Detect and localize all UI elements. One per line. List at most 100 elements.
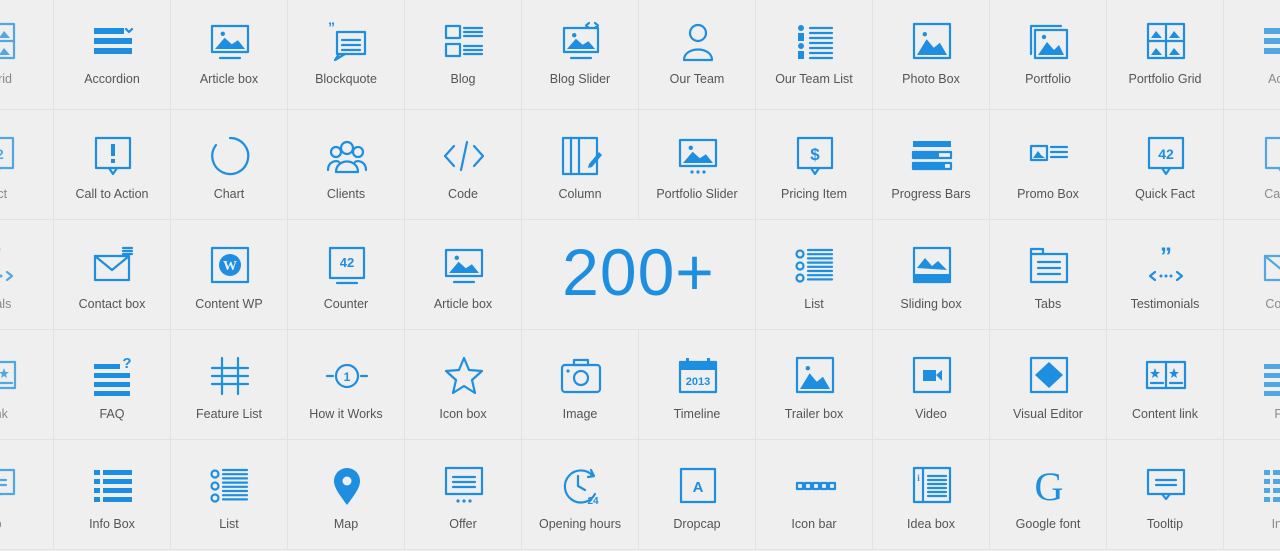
element-tile-list[interactable]: List — [171, 440, 288, 550]
element-tile-visual-editor[interactable]: Visual Editor — [990, 330, 1107, 440]
google-font-icon: G — [1034, 464, 1063, 508]
element-tile-timeline[interactable]: 2013 Timeline — [639, 330, 756, 440]
element-tile-google-font[interactable]: G Google font — [990, 440, 1107, 550]
element-tile-label: Counter — [323, 297, 369, 311]
element-icon-grid: o Grid Accordion Article box ” Blockquote Blo… — [0, 0, 1280, 551]
element-tile-dropcap[interactable]: A Dropcap — [639, 440, 756, 550]
element-tile-faq[interactable]: ? FAQ — [54, 330, 171, 440]
faq-icon: ? — [1263, 364, 1280, 396]
element-tile-conta[interactable]: Conta — [1224, 220, 1280, 330]
element-tile-label: Contact box — [78, 297, 146, 311]
element-tile-progress-bars[interactable]: Progress Bars — [873, 110, 990, 220]
element-tile-portfolio-slider[interactable]: Portfolio Slider — [639, 110, 756, 220]
info-box-icon — [93, 470, 132, 502]
element-tile-sliding-box[interactable]: Sliding box — [873, 220, 990, 330]
element-tile-label: Tooltip — [1146, 517, 1184, 531]
element-tile-label: Google font — [1015, 517, 1081, 531]
element-tile-idea-box[interactable]: i Idea box — [873, 440, 990, 550]
image-icon — [560, 358, 601, 394]
element-tile-label: Icon bar — [791, 517, 837, 531]
element-tile-promo-box[interactable]: Promo Box — [990, 110, 1107, 220]
element-tile-contact-box[interactable]: Contact box — [54, 220, 171, 330]
element-tile-trailer-box[interactable]: Trailer box — [756, 330, 873, 440]
element-tile-onials[interactable]: ” onials — [0, 220, 54, 330]
element-tile-label: Portfolio Slider — [656, 187, 738, 201]
element-tile-our-team[interactable]: Our Team — [639, 0, 756, 110]
element-tile-content-wp[interactable]: W Content WP — [171, 220, 288, 330]
element-tile-label: Map — [333, 517, 359, 531]
element-tile-article-box[interactable]: Article box — [405, 220, 522, 330]
svg-text:”: ” — [1160, 244, 1172, 270]
element-tile-image[interactable]: Image — [522, 330, 639, 440]
element-tile-portfolio-grid[interactable]: Portfolio Grid — [1107, 0, 1224, 110]
element-tile-clients[interactable]: Clients — [288, 110, 405, 220]
element-tile-label: Opening hours — [538, 517, 621, 531]
element-tile-blog-slider[interactable]: Blog Slider — [522, 0, 639, 110]
portfolio-grid-icon — [1146, 22, 1185, 60]
element-tile-label: List — [219, 517, 239, 531]
element-tile-map[interactable]: Map — [288, 440, 405, 550]
element-tile-tip[interactable]: tip — [0, 440, 54, 550]
element-tile-fact[interactable]: 42 Fact — [0, 110, 54, 220]
svg-text:1: 1 — [343, 370, 350, 384]
element-tile-label: Blog — [450, 72, 476, 86]
element-tile-counter[interactable]: 42 Counter — [288, 220, 405, 330]
content-wp-icon: W — [210, 246, 249, 284]
icon-bar-icon — [795, 481, 836, 491]
element-tile-column[interactable]: Column — [522, 110, 639, 220]
accordion-icon — [1263, 28, 1280, 54]
element-tile-t-link[interactable]: t link — [0, 330, 54, 440]
timeline-icon: 2013 — [678, 358, 717, 394]
element-tile-video[interactable]: Video — [873, 330, 990, 440]
element-tile-tabs[interactable]: Tabs — [990, 220, 1107, 330]
element-tile-chart[interactable]: Chart — [171, 110, 288, 220]
element-tile-info-box[interactable]: Info Box — [54, 440, 171, 550]
element-tile-label: Image — [562, 407, 598, 421]
element-tile-label: Icon box — [439, 407, 487, 421]
element-tile-label: Blockquote — [315, 72, 377, 86]
element-tile-quick-fact[interactable]: 42 Quick Fact — [1107, 110, 1224, 220]
clients-icon — [326, 140, 367, 174]
element-tile-testimonials[interactable]: ” Testimonials — [1107, 220, 1224, 330]
element-tile-our-team-list[interactable]: Our Team List — [756, 0, 873, 110]
content-link-icon — [1145, 360, 1186, 390]
element-tile-code[interactable]: Code — [405, 110, 522, 220]
accordion-icon — [93, 27, 133, 54]
element-tile-fa[interactable]: ? FA — [1224, 330, 1280, 440]
element-tile-pricing-item[interactable]: $ Pricing Item — [756, 110, 873, 220]
our-team-icon — [682, 23, 713, 62]
element-tile-label: Portfolio — [1025, 72, 1071, 86]
element-tile-acco[interactable]: Acco — [1224, 0, 1280, 110]
element-tile-icon-box[interactable]: Icon box — [405, 330, 522, 440]
element-tile-label: Fact — [0, 187, 8, 201]
element-tile-o-grid[interactable]: o Grid — [0, 0, 54, 110]
element-tile-feature-list[interactable]: Feature List — [171, 330, 288, 440]
element-tile-tooltip[interactable]: Tooltip — [1107, 440, 1224, 550]
testimonials-icon: ” — [0, 244, 13, 282]
element-tile-portfolio[interactable]: Portfolio — [990, 0, 1107, 110]
element-tile-blockquote[interactable]: ” Blockquote — [288, 0, 405, 110]
element-tile-opening-hours[interactable]: 24 Opening hours — [522, 440, 639, 550]
element-tile-article-box[interactable]: Article box — [171, 0, 288, 110]
element-tile-how-it-works[interactable]: 1 How it Works — [288, 330, 405, 440]
chart-icon — [210, 136, 249, 176]
idea-box-icon: i — [912, 466, 951, 504]
element-tile-offer[interactable]: Offer — [405, 440, 522, 550]
element-tile-label: tip — [0, 517, 53, 531]
element-tile-accordion[interactable]: Accordion — [54, 0, 171, 110]
dropcap-icon: A — [679, 467, 716, 504]
element-tile-blog[interactable]: Blog — [405, 0, 522, 110]
element-tile-list[interactable]: List — [756, 220, 873, 330]
tooltip-icon — [0, 468, 15, 496]
element-tile-label: Dropcap — [673, 517, 721, 531]
element-tile-label: Quick Fact — [1135, 187, 1195, 201]
element-tile-icon-bar[interactable]: Icon bar — [756, 440, 873, 550]
testimonials-icon: ” — [1148, 244, 1183, 282]
element-tile-call-to[interactable]: Call to — [1224, 110, 1280, 220]
element-tile-info[interactable]: Info — [1224, 440, 1280, 550]
element-tile-content-link[interactable]: Content link — [1107, 330, 1224, 440]
trailer-box-icon — [795, 356, 834, 394]
element-tile-call-to-action[interactable]: Call to Action — [54, 110, 171, 220]
element-tile-photo-box[interactable]: Photo Box — [873, 0, 990, 110]
element-tile-label: Info — [1271, 517, 1280, 531]
